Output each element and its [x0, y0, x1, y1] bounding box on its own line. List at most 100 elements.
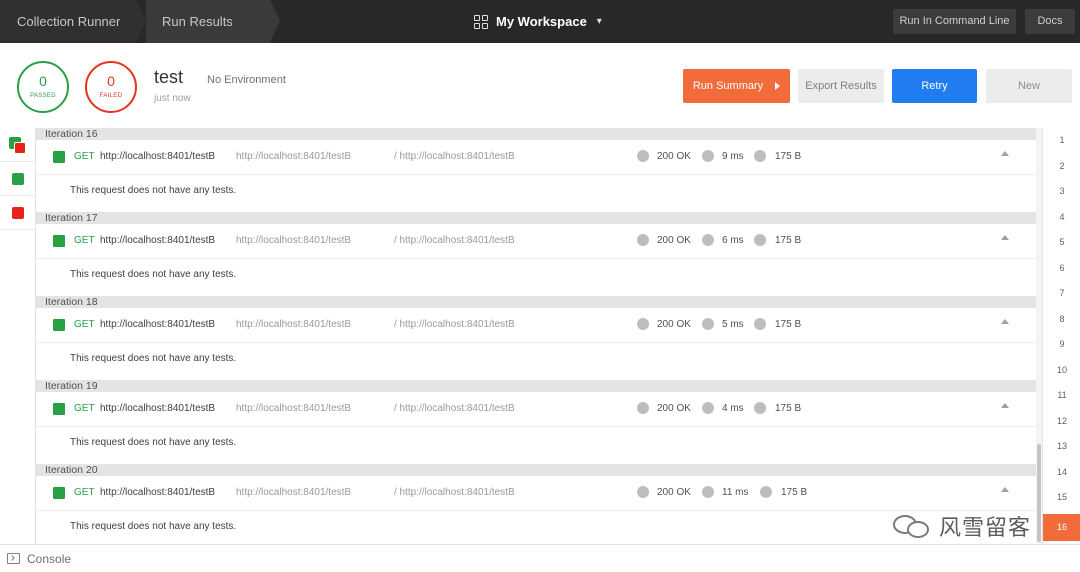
watermark: 风雪留客 [893, 511, 1031, 541]
pass-status-icon [53, 151, 65, 163]
iteration-number[interactable]: 1 [1043, 128, 1080, 154]
iteration-block: Iteration 19 GET http://localhost:8401/t… [36, 380, 1036, 464]
request-method: GET [74, 487, 95, 498]
fail-square-icon [14, 142, 26, 154]
iteration-number[interactable]: 14 [1043, 460, 1080, 486]
request-url-secondary: http://localhost:8401/testB [236, 319, 352, 330]
response-code: 200 OK [657, 235, 691, 246]
filter-passed[interactable] [0, 162, 35, 196]
request-method: GET [74, 403, 95, 414]
grid-icon [474, 14, 488, 29]
time-dot-icon [702, 318, 714, 330]
failed-label: FAILED [99, 93, 123, 99]
request-url: http://localhost:8401/testB [100, 151, 216, 162]
result-filter-column [0, 128, 36, 544]
iteration-number[interactable]: 2 [1043, 154, 1080, 180]
request-url: http://localhost:8401/testB [100, 403, 216, 414]
request-path: / http://localhost:8401/testB [394, 235, 515, 246]
time-dot-icon [702, 234, 714, 246]
iteration-number[interactable]: 4 [1043, 205, 1080, 231]
size-dot-icon [760, 486, 772, 498]
test-message: This request does not have any tests. [70, 521, 237, 532]
request-path: / http://localhost:8401/testB [394, 403, 515, 414]
breadcrumb-collection-runner[interactable]: Collection Runner [0, 0, 136, 43]
iteration-number[interactable]: 11 [1043, 383, 1080, 409]
iteration-block: Iteration 18 GET http://localhost:8401/t… [36, 296, 1036, 380]
iteration-number[interactable]: 10 [1043, 358, 1080, 384]
request-path: / http://localhost:8401/testB [394, 487, 515, 498]
play-triangle-icon [775, 82, 781, 91]
console-bar[interactable]: Console [0, 544, 1080, 572]
request-path: / http://localhost:8401/testB [394, 319, 515, 330]
run-timestamp: just now [154, 93, 191, 104]
iteration-title: Iteration 20 [36, 464, 1036, 476]
passed-label: PASSED [30, 93, 56, 99]
failed-counter: 0 FAILED [85, 61, 137, 113]
request-url: http://localhost:8401/testB [100, 319, 216, 330]
collapse-up-icon[interactable] [1001, 235, 1009, 240]
test-message: This request does not have any tests. [70, 353, 237, 364]
request-path: / http://localhost:8401/testB [394, 151, 515, 162]
response-time: 6 ms [722, 235, 744, 246]
collapse-up-icon[interactable] [1001, 151, 1009, 156]
request-method: GET [74, 235, 95, 246]
iteration-title: Iteration 16 [36, 128, 1036, 140]
status-dot-icon [637, 402, 649, 414]
iteration-title: Iteration 19 [36, 380, 1036, 392]
environment-label: No Environment [207, 74, 286, 86]
breadcrumb-separator [270, 0, 280, 42]
iteration-number-active[interactable]: 16 [1043, 514, 1080, 541]
run-summary-button[interactable]: Run Summary [683, 69, 790, 103]
response-code: 200 OK [657, 319, 691, 330]
size-dot-icon [754, 402, 766, 414]
filter-all[interactable] [0, 128, 35, 162]
export-results-button[interactable]: Export Results [798, 69, 884, 103]
response-time: 5 ms [722, 319, 744, 330]
pass-status-icon [53, 235, 65, 247]
request-row[interactable]: GET http://localhost:8401/testB http://l… [36, 392, 1036, 427]
workspace-label: My Workspace [496, 14, 587, 29]
new-button[interactable]: New [986, 69, 1072, 103]
results-list: Iteration 16 GET http://localhost:8401/t… [36, 128, 1036, 544]
retry-button[interactable]: Retry [892, 69, 977, 103]
breadcrumb-run-results[interactable]: Run Results [146, 0, 270, 43]
console-label: Console [27, 552, 72, 566]
run-summary-label: Run Summary [692, 80, 764, 92]
top-bar: Collection Runner Run Results My Workspa… [0, 0, 1080, 43]
iteration-number[interactable]: 5 [1043, 230, 1080, 256]
run-in-command-line-button[interactable]: Run In Command Line [893, 9, 1016, 34]
iteration-number[interactable]: 12 [1043, 409, 1080, 435]
docs-button[interactable]: Docs [1025, 9, 1075, 34]
time-dot-icon [702, 150, 714, 162]
iteration-number[interactable]: 8 [1043, 307, 1080, 333]
watermark-text: 风雪留客 [939, 516, 1032, 541]
collapse-up-icon[interactable] [1001, 319, 1009, 324]
request-url-secondary: http://localhost:8401/testB [236, 403, 352, 414]
test-message: This request does not have any tests. [70, 185, 237, 196]
filter-failed[interactable] [0, 196, 35, 230]
results-scrollbar-thumb[interactable] [1037, 444, 1041, 542]
iteration-number[interactable]: 13 [1043, 434, 1080, 460]
iteration-number[interactable]: 7 [1043, 281, 1080, 307]
response-code: 200 OK [657, 487, 691, 498]
request-row[interactable]: GET http://localhost:8401/testB http://l… [36, 308, 1036, 343]
collapse-up-icon[interactable] [1001, 487, 1009, 492]
response-time: 9 ms [722, 151, 744, 162]
iteration-block: Iteration 20 GET http://localhost:8401/t… [36, 464, 1036, 544]
iteration-title: Iteration 18 [36, 296, 1036, 308]
request-row[interactable]: GET http://localhost:8401/testB http://l… [36, 224, 1036, 259]
pass-status-icon [53, 487, 65, 499]
collapse-up-icon[interactable] [1001, 403, 1009, 408]
fail-square-icon [12, 207, 24, 219]
request-method: GET [74, 151, 95, 162]
request-row[interactable]: GET http://localhost:8401/testB http://l… [36, 140, 1036, 175]
iteration-number[interactable]: 9 [1043, 332, 1080, 358]
request-row[interactable]: GET http://localhost:8401/testB http://l… [36, 476, 1036, 511]
iteration-number[interactable]: 6 [1043, 256, 1080, 282]
workspace-switcher[interactable]: My Workspace ▾ [474, 0, 602, 43]
iteration-number[interactable]: 15 [1043, 485, 1080, 511]
request-url-secondary: http://localhost:8401/testB [236, 487, 352, 498]
status-dot-icon [637, 234, 649, 246]
request-url: http://localhost:8401/testB [100, 487, 216, 498]
iteration-number[interactable]: 3 [1043, 179, 1080, 205]
